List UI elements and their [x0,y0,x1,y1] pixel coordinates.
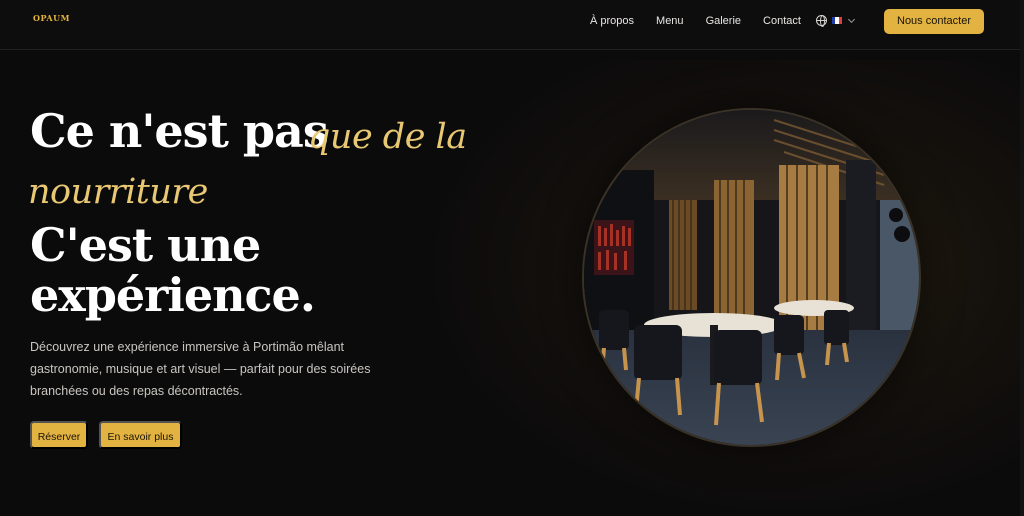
french-flag-icon [832,17,842,24]
hero-title-line-3: C'est une [30,218,261,272]
nav-links: À propos Menu Galerie Contact [590,14,823,28]
restaurant-interior-image [582,108,921,447]
chevron-down-icon [847,15,856,23]
nav-link-contact[interactable]: Contact [763,14,801,28]
learn-more-button[interactable]: En savoir plus [99,421,182,449]
top-navigation: OPAUM À propos Menu Galerie Contact Nous… [0,0,1024,50]
hero-description: Découvrez une expérience immersive à Por… [30,340,371,398]
logo-wordmark: OPAUM [33,13,70,23]
hero-title-line-4: expérience. [30,268,316,322]
scrollbar[interactable] [1020,0,1024,516]
nav-link-about[interactable]: À propos [590,14,634,28]
reserve-button[interactable]: Réserver [30,421,88,449]
language-selector[interactable] [816,15,856,27]
nav-link-menu[interactable]: Menu [656,14,684,28]
brand-logo[interactable]: OPAUM [33,13,70,29]
restaurant-interior-illustration [584,110,919,445]
hero-script-line-1: que de la [308,117,467,157]
hero-title-line-1: Ce n'est pas [30,104,329,158]
contact-us-button[interactable]: Nous contacter [884,9,984,34]
globe-icon [816,15,827,27]
nav-link-gallery[interactable]: Galerie [706,14,741,28]
hero-script-line-2: nourriture [28,172,208,212]
